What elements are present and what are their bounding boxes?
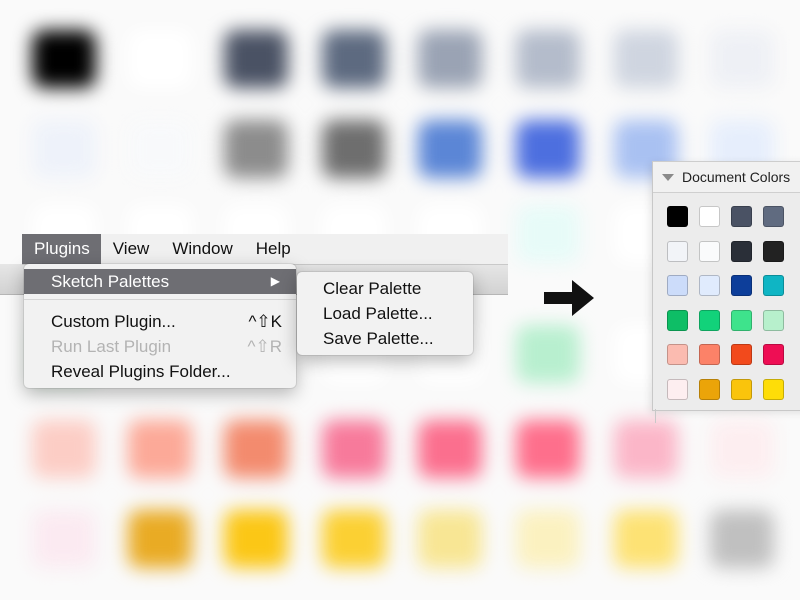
background-swatch [418,30,482,88]
menu-plugins[interactable]: Plugins [22,234,101,264]
background-swatch [32,510,96,568]
color-well[interactable] [667,275,688,296]
menu-view[interactable]: View [101,234,161,264]
color-well[interactable] [731,241,752,262]
menu-help[interactable]: Help [244,234,302,264]
background-swatch [32,120,96,178]
background-swatch [516,325,580,383]
color-well[interactable] [763,206,784,227]
sketch-palettes-submenu: Clear Palette Load Palette... Save Palet… [297,272,473,355]
menu-item-clear-palette[interactable]: Clear Palette [297,276,473,301]
background-swatch [418,510,482,568]
background-swatch [322,510,386,568]
panel-edge [655,409,656,423]
color-well[interactable] [731,310,752,331]
color-well[interactable] [667,206,688,227]
background-swatch [516,510,580,568]
color-well[interactable] [699,310,720,331]
color-well[interactable] [699,241,720,262]
color-well[interactable] [763,344,784,365]
color-well[interactable] [667,241,688,262]
menu-item-label: Sketch Palettes [51,272,170,291]
background-swatch [32,30,96,88]
background-swatch [418,120,482,178]
color-well[interactable] [699,275,720,296]
background-swatch [322,120,386,178]
background-swatch [516,205,580,263]
menu-item-reveal-plugins-folder[interactable]: Reveal Plugins Folder... [24,359,296,384]
color-well[interactable] [699,344,720,365]
color-well[interactable] [763,379,784,400]
color-well[interactable] [731,344,752,365]
background-swatch [32,420,96,478]
color-well[interactable] [667,344,688,365]
background-swatch [322,420,386,478]
keyboard-shortcut: ^⇧K [248,312,282,331]
right-arrow-icon [544,280,594,316]
menu-item-label: Run Last Plugin [51,337,172,356]
menu-item-label: Custom Plugin... [51,312,176,331]
disclosure-triangle-icon[interactable] [662,174,674,181]
color-well[interactable] [667,310,688,331]
color-well[interactable] [731,379,752,400]
background-swatch [128,30,192,88]
background-swatch [418,420,482,478]
color-well[interactable] [763,275,784,296]
background-swatch [710,420,774,478]
color-well[interactable] [667,379,688,400]
menu-separator [24,299,296,300]
screenshot-stage: Plugins View Window Help Sketch Palettes… [0,0,800,600]
menu-item-label: Reveal Plugins Folder... [51,362,231,381]
color-well[interactable] [763,310,784,331]
document-colors-panel: Document Colors [652,161,800,411]
background-swatch [224,420,288,478]
menu-item-custom-plugin[interactable]: Custom Plugin... ^⇧K [24,309,296,334]
color-well[interactable] [731,275,752,296]
background-swatch [128,120,192,178]
menu-item-save-palette[interactable]: Save Palette... [297,326,473,351]
panel-title: Document Colors [682,169,791,185]
background-swatch [128,510,192,568]
color-well[interactable] [731,206,752,227]
plugins-dropdown-menu: Sketch Palettes ▶ Custom Plugin... ^⇧K R… [24,264,296,388]
background-swatch [322,30,386,88]
submenu-arrow-icon: ▶ [270,274,280,288]
background-swatch [710,510,774,568]
background-swatch [516,30,580,88]
background-swatch [516,420,580,478]
background-swatch [614,420,678,478]
menu-item-run-last-plugin: Run Last Plugin ^⇧R [24,334,296,359]
background-swatch [614,30,678,88]
menu-item-load-palette[interactable]: Load Palette... [297,301,473,326]
color-well[interactable] [699,206,720,227]
menu-window[interactable]: Window [160,234,243,264]
color-well[interactable] [763,241,784,262]
background-swatch [614,510,678,568]
color-well[interactable] [699,379,720,400]
background-swatch [128,420,192,478]
keyboard-shortcut: ^⇧R [247,337,283,356]
panel-header[interactable]: Document Colors [653,162,800,193]
background-swatch [224,510,288,568]
background-swatch [224,30,288,88]
background-swatch [710,30,774,88]
menu-item-sketch-palettes[interactable]: Sketch Palettes ▶ [24,269,296,294]
background-swatch [224,120,288,178]
background-swatch [516,120,580,178]
menu-bar: Plugins View Window Help [22,234,508,265]
